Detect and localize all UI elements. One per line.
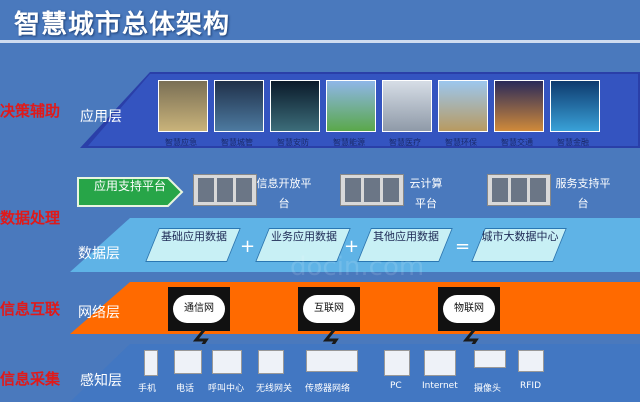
page-title: 智慧城市总体架构 (14, 10, 231, 40)
app-photo-environment (438, 80, 488, 132)
call-center-icon (212, 350, 242, 374)
data-box-label: 业务应用数据 (271, 230, 337, 243)
camera-icon (474, 350, 506, 368)
device-label: RFID (520, 381, 542, 391)
device-label: PC (390, 381, 402, 391)
pc-icon (384, 350, 410, 376)
side-label-decision: 决策辅助 (0, 102, 61, 120)
layer-label-network: 网络层 (78, 305, 120, 321)
app-caption: 智慧安防 (277, 138, 309, 147)
app-photo-security (270, 80, 320, 132)
phone-icon (144, 350, 158, 376)
device-label: 呼叫中心 (208, 384, 245, 394)
server-rack-icon (487, 174, 551, 206)
device-label: 手机 (138, 384, 157, 394)
layer-label-application: 应用层 (80, 109, 122, 125)
watermark: docin.com (290, 252, 425, 282)
device-label: Internet (422, 381, 458, 391)
sensor-network-icon (306, 350, 358, 372)
title-divider (0, 40, 640, 43)
wireless-gateway-icon (258, 350, 284, 374)
app-caption: 智慧交通 (501, 138, 533, 147)
server-rack-icon (193, 174, 257, 206)
app-photo-medical (382, 80, 432, 132)
telephone-icon (174, 350, 202, 374)
rfid-icon (518, 350, 544, 372)
cloud-icon-internet: 互联网 (303, 295, 355, 323)
platform-cloud: 云计算平台 (409, 177, 443, 210)
app-caption: 智慧环保 (445, 138, 477, 147)
data-box-label: 基础应用数据 (161, 230, 227, 243)
app-photo-finance (550, 80, 600, 132)
app-caption: 智慧能源 (333, 138, 365, 147)
internet-icon (424, 350, 456, 376)
support-arrow-label: 应用支持平台 (93, 179, 166, 193)
app-photo-traffic (494, 80, 544, 132)
device-label: 无线网关 (256, 384, 293, 394)
cloud-icon-telecom: 通信网 (173, 295, 225, 323)
server-rack-icon (340, 174, 404, 206)
app-caption: 智慧城管 (221, 138, 253, 147)
equals-operator: = (455, 236, 471, 257)
layer-label-data: 数据层 (78, 246, 120, 262)
platform-service: 服务支持平台 (555, 177, 611, 210)
app-photo-emergency (158, 80, 208, 132)
app-caption: 智慧应急 (165, 138, 197, 147)
plus-operator: + (240, 236, 256, 257)
device-label: 电话 (176, 384, 195, 394)
data-box-label: 其他应用数据 (373, 230, 439, 243)
app-caption: 智慧医疗 (389, 138, 421, 147)
layer-label-perception: 感知层 (80, 373, 122, 389)
device-label: 传感器网络 (305, 384, 351, 394)
data-box-label: 城市大数据中心 (481, 230, 559, 243)
app-caption: 智慧金融 (557, 138, 589, 147)
cloud-icon-iot: 物联网 (443, 295, 495, 323)
device-label: 摄像头 (474, 384, 502, 394)
app-photo-city-mgmt (214, 80, 264, 132)
platform-info-open: 信息开放平台 (256, 177, 312, 210)
app-photo-energy (326, 80, 376, 132)
